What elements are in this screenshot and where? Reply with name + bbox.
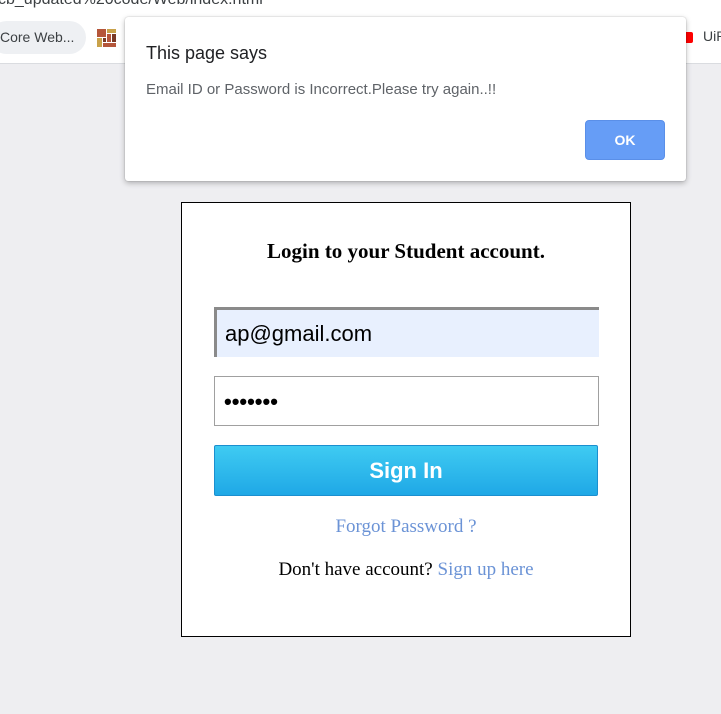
alert-title: This page says — [146, 43, 268, 63]
address-bar-url[interactable]: cb_updated%20code/Web/index.html — [0, 0, 263, 9]
no-account-text: Don't have account? — [278, 559, 433, 580]
bookmark-uip[interactable]: UiP — [703, 28, 721, 44]
login-heading: Login to your Student account. — [267, 239, 545, 263]
bookmark-favicon-icon[interactable] — [96, 28, 117, 48]
forgot-password-link[interactable]: Forgot Password ? — [182, 516, 630, 538]
password-input[interactable] — [214, 376, 599, 426]
bookmark-core-web[interactable]: Core Web... — [0, 21, 87, 54]
sign-in-button[interactable]: Sign In — [214, 445, 598, 496]
alert-message: Email ID or Password is Incorrect.Please… — [146, 81, 497, 98]
signup-prompt: Don't have account? Sign up here — [182, 559, 630, 581]
email-input[interactable] — [214, 307, 599, 357]
login-card: Login to your Student account. ••••••• S… — [181, 202, 631, 637]
alert-dialog: This page says Email ID or Password is I… — [125, 17, 686, 181]
sign-up-link[interactable]: Sign up here — [438, 559, 534, 580]
ok-button[interactable]: OK — [585, 120, 665, 160]
